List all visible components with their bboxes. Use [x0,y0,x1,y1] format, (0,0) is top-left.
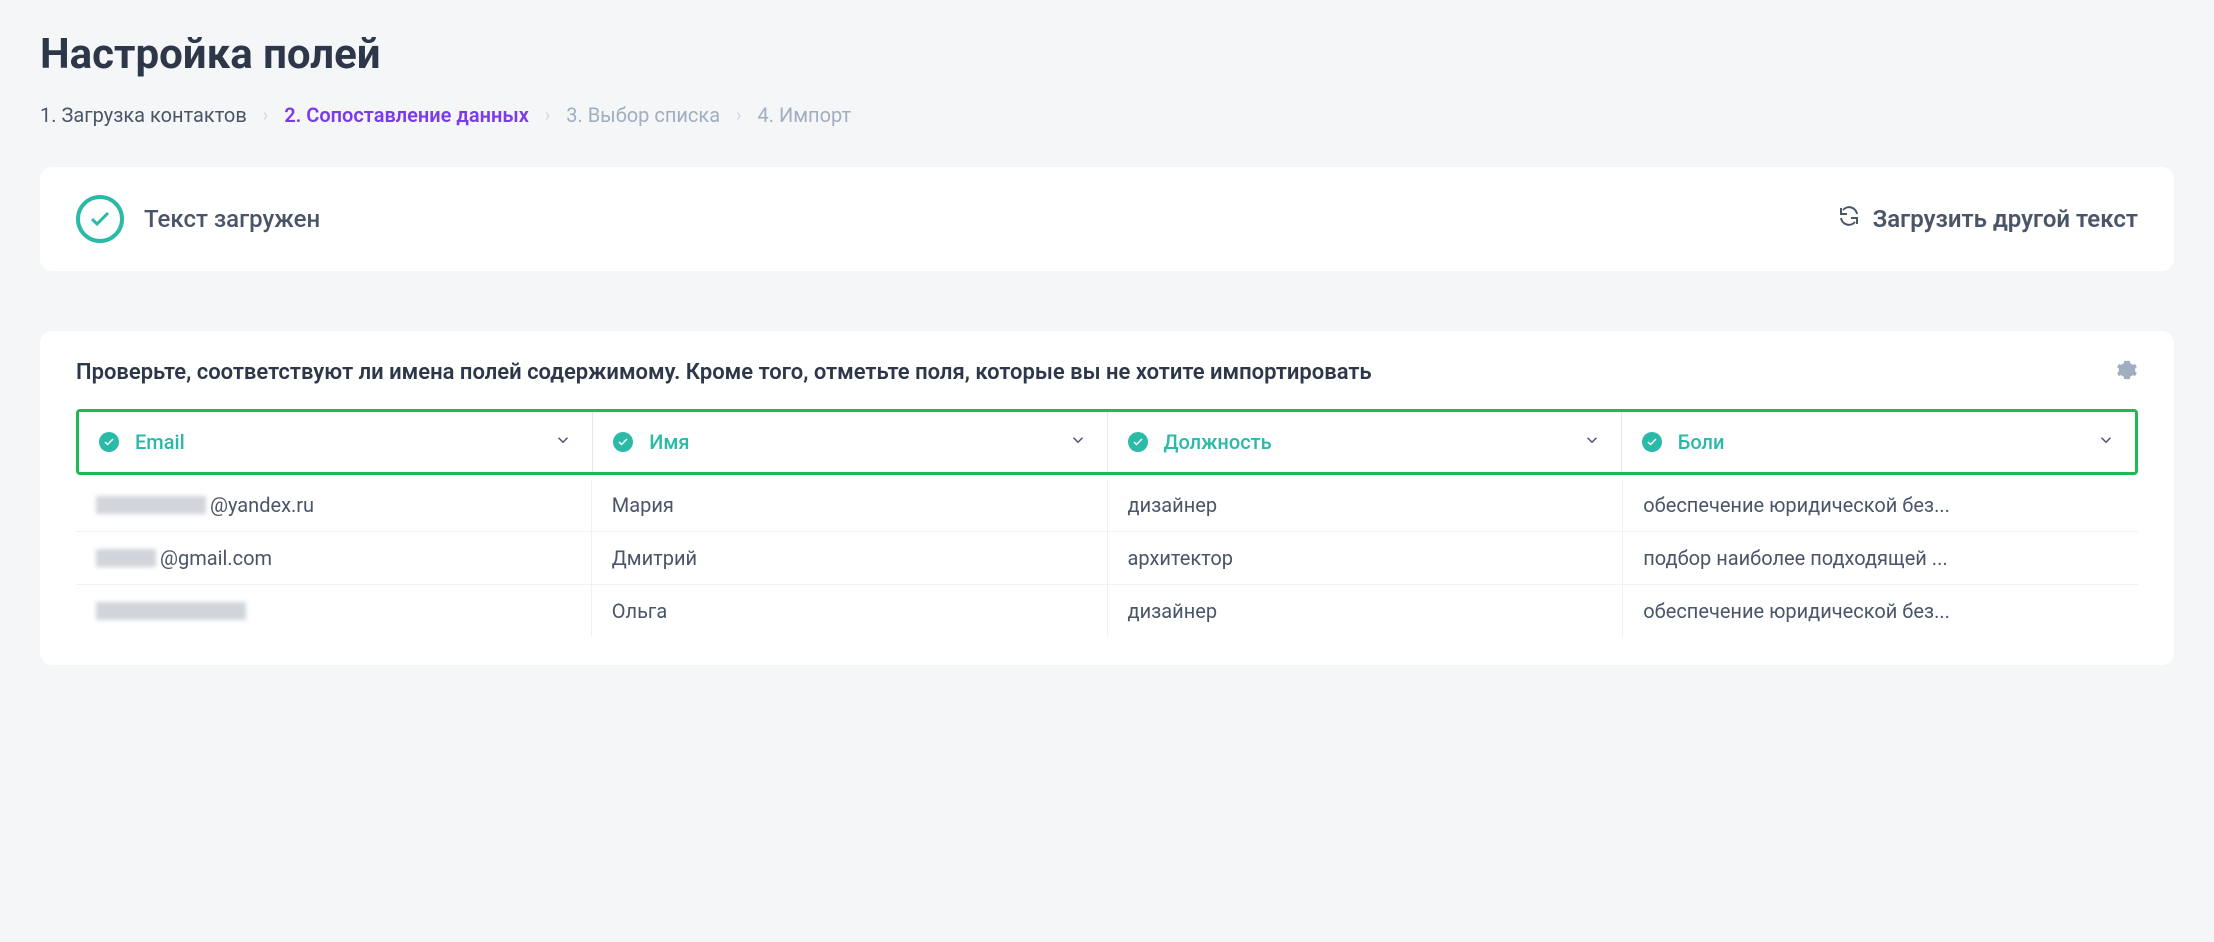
table-row: @gmail.com Дмитрий архитектор подбор наи… [76,532,2138,585]
redacted-text [96,496,206,514]
check-badge-icon [1642,432,1662,452]
column-label: Имя [649,430,689,454]
mapping-instructions: Проверьте, соответствуют ли имена полей … [76,360,1372,385]
cell-name: Мария [592,479,1108,531]
breadcrumb: 1. Загрузка контактов › 2. Сопоставление… [40,103,2174,127]
column-header-email[interactable]: Email [79,412,593,472]
table-headers: Email Имя Должность [79,412,2135,472]
cell-name: Ольга [592,585,1108,637]
chevron-right-icon: › [545,105,550,126]
cell-email: @gmail.com [76,532,592,584]
column-header-role[interactable]: Должность [1108,412,1622,472]
column-header-name[interactable]: Имя [593,412,1107,472]
cell-pain: обеспечение юридической без... [1623,479,2138,531]
reload-button[interactable]: Загрузить другой текст [1837,204,2138,234]
reload-icon [1837,204,1861,234]
page-title: Настройка полей [40,30,2174,79]
check-badge-icon [99,432,119,452]
check-badge-icon [613,432,633,452]
breadcrumb-step-1[interactable]: 1. Загрузка контактов [40,103,247,127]
check-badge-icon [1128,432,1148,452]
status-card: Текст загружен Загрузить другой текст [40,167,2174,271]
cell-role: дизайнер [1108,585,1624,637]
mapping-card: Проверьте, соответствуют ли имена полей … [40,331,2174,665]
chevron-down-icon [1583,431,1601,453]
cell-email [76,585,592,637]
check-circle-icon [76,195,124,243]
cell-pain: подбор наиболее подходящей ... [1623,532,2138,584]
redacted-text [96,549,156,567]
column-header-pain[interactable]: Боли [1622,412,2135,472]
chevron-down-icon [554,431,572,453]
cell-email: @yandex.ru [76,479,592,531]
gear-icon[interactable] [2116,359,2138,385]
cell-role: дизайнер [1108,479,1624,531]
breadcrumb-step-2[interactable]: 2. Сопоставление данных [284,103,529,127]
chevron-down-icon [2097,431,2115,453]
status-text: Текст загружен [144,205,320,233]
column-label: Должность [1164,430,1272,454]
redacted-text [96,602,246,620]
cell-role: архитектор [1108,532,1624,584]
breadcrumb-step-4[interactable]: 4. Импорт [757,103,851,127]
column-mapping-highlight: Email Имя Должность [76,409,2138,475]
cell-pain: обеспечение юридической без... [1623,585,2138,637]
reload-label: Загрузить другой текст [1873,205,2138,233]
table-row: @yandex.ru Мария дизайнер обеспечение юр… [76,479,2138,532]
column-label: Email [135,430,185,454]
chevron-right-icon: › [736,105,741,126]
breadcrumb-step-3[interactable]: 3. Выбор списка [566,103,720,127]
cell-name: Дмитрий [592,532,1108,584]
column-label: Боли [1678,430,1725,454]
chevron-right-icon: › [263,105,268,126]
chevron-down-icon [1069,431,1087,453]
table-row: Ольга дизайнер обеспечение юридической б… [76,585,2138,637]
table-body: @yandex.ru Мария дизайнер обеспечение юр… [76,479,2138,637]
